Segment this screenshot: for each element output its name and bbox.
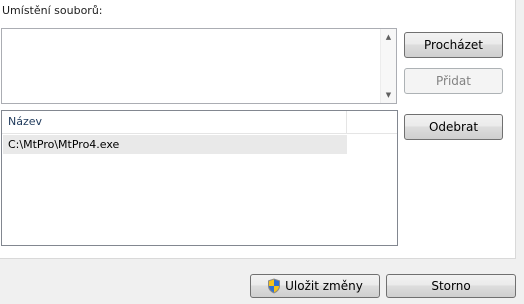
cancel-button[interactable]: Storno [386,274,516,298]
browse-button[interactable]: Procházet [404,32,503,58]
add-button-label: Přidat [436,74,471,88]
textarea-scrollbar[interactable]: ▲ ▼ [380,29,396,103]
file-list[interactable]: Název C:\MtPro\MtPro4.exe [1,110,398,246]
cancel-button-label: Storno [431,279,471,293]
browse-button-label: Procházet [424,38,483,52]
save-changes-label: Uložit změny [285,279,363,293]
file-list-header: Název [2,111,397,134]
panel-border-bottom [0,258,516,259]
scroll-up-arrow-icon[interactable]: ▲ [381,29,396,45]
uac-shield-icon [268,278,281,294]
file-location-label: Umístění souborů: [2,4,103,17]
remove-button[interactable]: Odebrat [404,114,503,140]
add-button[interactable]: Přidat [404,68,503,94]
column-header-name[interactable]: Název [2,111,347,133]
file-location-input[interactable]: ▲ ▼ [1,28,397,104]
remove-button-label: Odebrat [428,120,479,134]
scroll-down-arrow-icon[interactable]: ▼ [381,87,396,103]
panel-border-right [515,0,516,258]
list-item[interactable]: C:\MtPro\MtPro4.exe [3,135,347,154]
save-changes-button[interactable]: Uložit změny [250,274,380,298]
